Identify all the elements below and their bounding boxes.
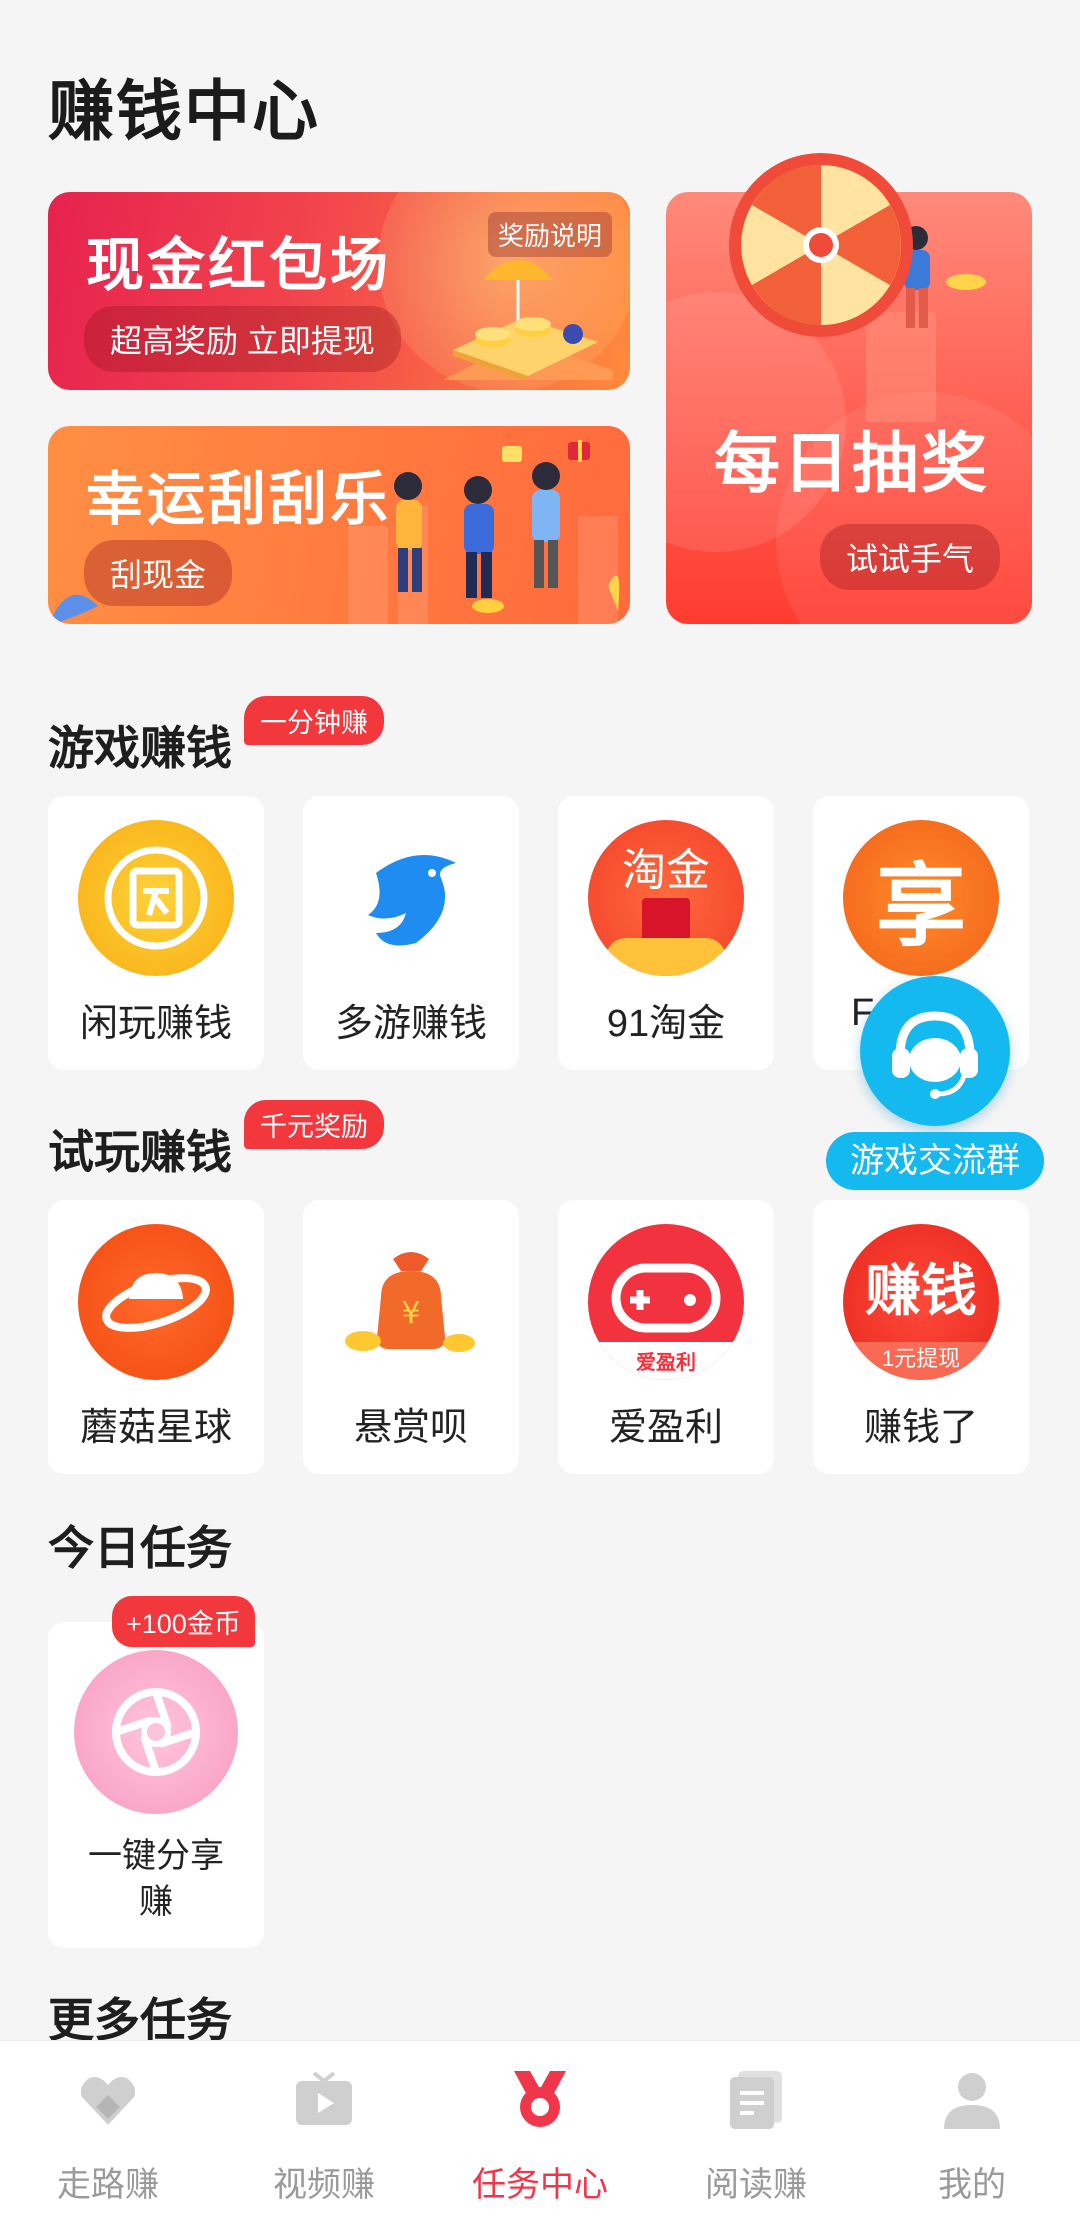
task-label: 一键分享 [88,1837,224,1875]
trial-tile-mogu[interactable]: 蘑菇星球 [48,1200,264,1474]
svg-text:¥: ¥ [401,1296,420,1331]
task-label: 赚 [139,1883,173,1921]
nav-label: 视频赚 [273,2166,375,2204]
medal-icon [514,2071,566,2127]
scratch-card-promo[interactable]: 幸运刮刮乐 刮现金 [48,426,630,624]
game-group-label: 游戏交流群 [826,1132,1044,1190]
trial-label: 蘑菇星球 [79,1407,232,1449]
nav-item-task-center[interactable]: 任务中心 [432,2041,648,2237]
zhuanqian-icon: 赚钱 1元提现 [843,1224,999,1380]
trial-label: 悬赏呗 [353,1407,468,1449]
game-label: 91淘金 [606,1003,726,1045]
prize-wheel-icon [729,153,913,337]
game-label: 闲玩赚钱 [79,1003,232,1045]
nav-label: 阅读赚 [705,2166,807,2204]
xianwan-icon [78,820,234,976]
money-bag-icon: ¥ [333,1224,489,1380]
cash-card-title: 现金红包场 [86,233,392,298]
taojin-icon: 淘金 [588,820,744,976]
customer-service-icon [860,976,1010,1126]
trial-tile-zhuanqian[interactable]: 赚钱 1元提现 赚钱了 [813,1200,1029,1474]
task-tile-share[interactable]: 一键分享 赚 [48,1622,264,1948]
games-section-title: 游戏赚钱 [48,722,232,774]
trial-section-badge: 千元奖励 [244,1100,384,1149]
game-tile-91taojin[interactable]: 淘金 91淘金 [558,796,774,1070]
trial-tile-aiyingli[interactable]: 爱盈利 爱盈利 [558,1200,774,1474]
nav-item-mine[interactable]: 我的 [864,2041,1080,2237]
cash-red-packet-card[interactable]: 现金红包场 奖励说明 超高奖励 立即提现 [48,192,630,390]
lottery-card-title: 每日抽奖 [714,426,990,500]
nav-label: 走路赚 [57,2166,159,2204]
walk-icon [80,2077,136,2125]
gamepad-icon: 爱盈利 [588,1224,744,1380]
nav-item-video[interactable]: 视频赚 [216,2041,432,2237]
dolphin-icon [333,820,489,976]
reward-info-link[interactable]: 奖励说明 [487,212,612,257]
today-section-title: 今日任务 [48,1522,232,1574]
game-group-float-button[interactable]: 游戏交流群 [826,976,1044,1196]
nav-label: 我的 [938,2166,1006,2204]
nav-item-read[interactable]: 阅读赚 [648,2041,864,2237]
try-luck-button[interactable]: 试试手气 [820,524,1001,590]
planet-icon [78,1224,234,1380]
trial-label: 赚钱了 [863,1407,978,1449]
games-section-badge: 一分钟赚 [244,696,384,745]
xiang-icon: 享 [843,820,999,976]
video-icon [296,2071,352,2125]
trial-tile-xuanshang[interactable]: ¥ 悬赏呗 [303,1200,519,1474]
cheering-people-illustration [394,440,620,613]
game-label: 多游赚钱 [334,1003,487,1045]
task-coin-badge: +100金币 [112,1596,255,1647]
cash-withdraw-button[interactable]: 超高奖励 立即提现 [84,306,401,372]
share-shutter-icon [74,1650,238,1814]
scratch-card-title: 幸运刮刮乐 [86,467,392,532]
nav-label: 任务中心 [472,2166,608,2204]
user-icon [944,2073,1000,2129]
page-title: 赚钱中心 [48,74,320,148]
game-tile-xianwan[interactable]: 闲玩赚钱 [48,796,264,1070]
trial-section-title: 试玩赚钱 [48,1126,232,1178]
trial-label: 爱盈利 [608,1407,723,1449]
game-tile-duoyou[interactable]: 多游赚钱 [303,796,519,1070]
bottom-nav: 走路赚 视频赚 任务中心 阅读赚 我的 [0,2040,1080,2237]
nav-item-walk[interactable]: 走路赚 [0,2041,216,2237]
read-icon [730,2071,782,2129]
scratch-cash-button[interactable]: 刮现金 [84,540,233,606]
